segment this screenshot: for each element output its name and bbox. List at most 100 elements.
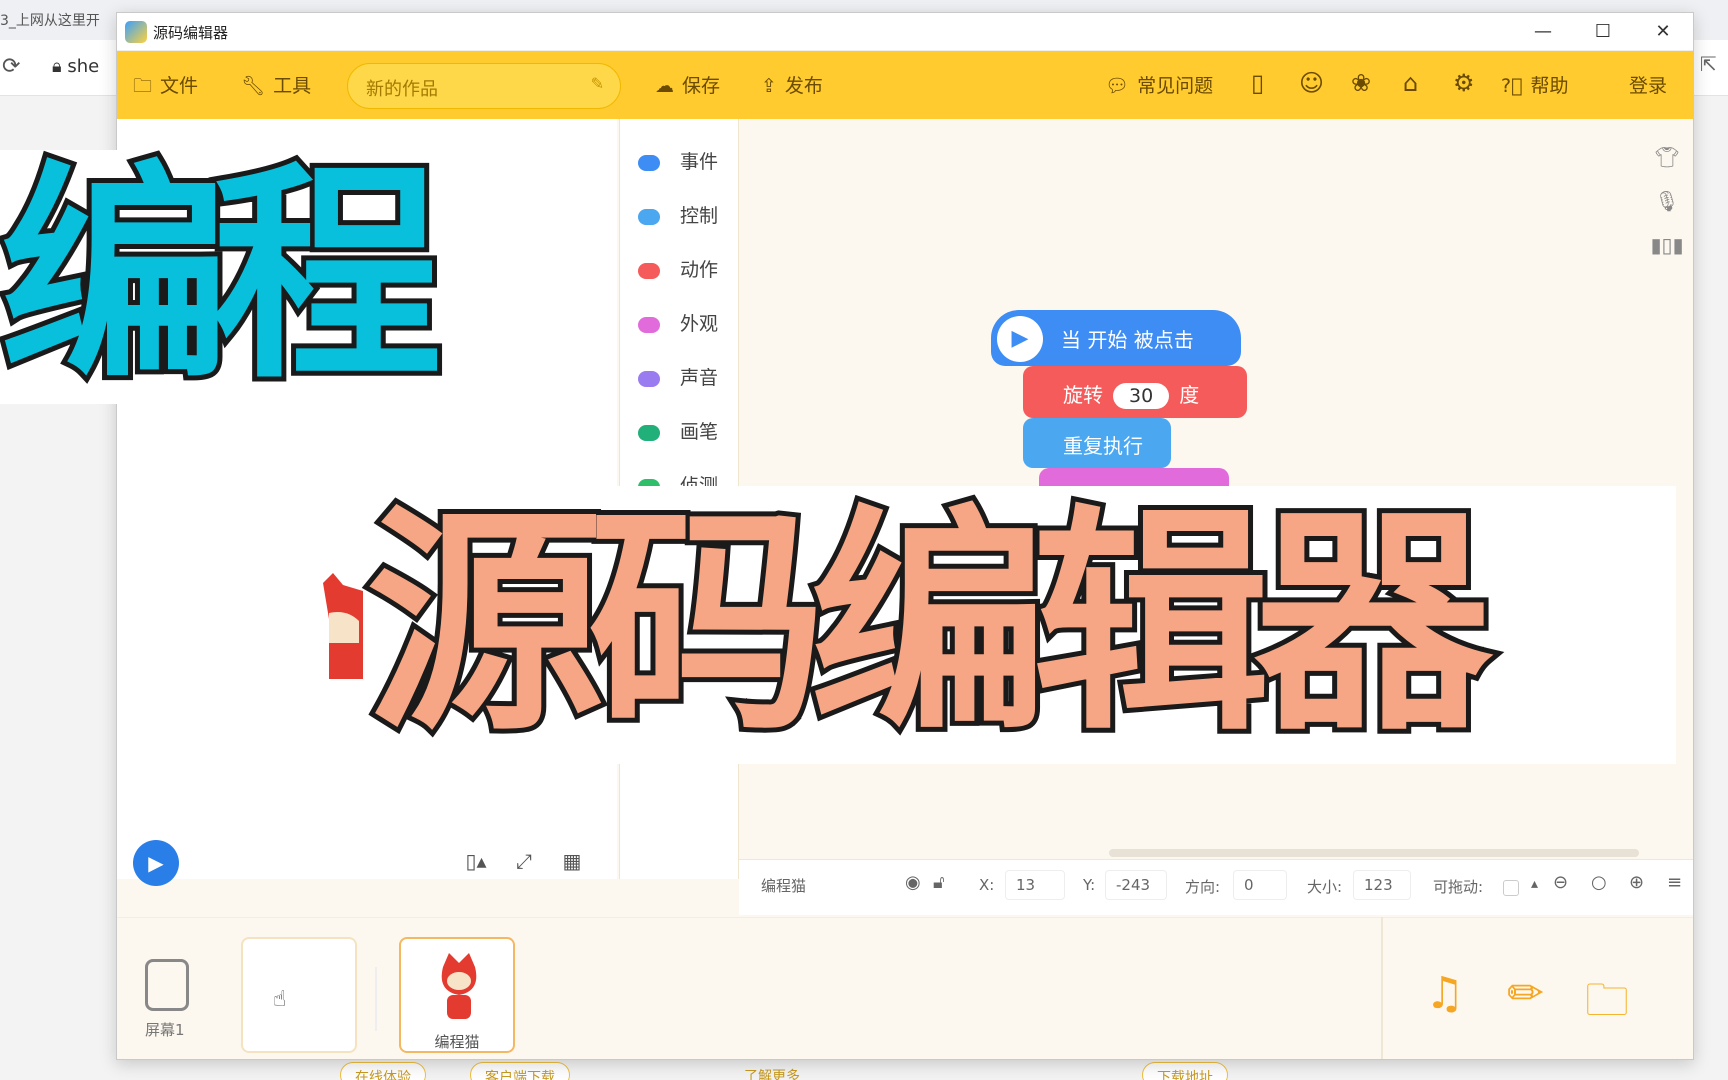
lock-icon[interactable]: 🔓︎: [933, 872, 945, 893]
repeat-forever-block[interactable]: 重复执行: [1023, 418, 1171, 468]
size-label: 大小:: [1307, 878, 1343, 896]
overlay-title-bottom: 源码编辑器: [361, 481, 1497, 768]
save-button[interactable]: ☁ 保存: [655, 71, 720, 98]
category-pen[interactable]: 画笔: [638, 417, 718, 444]
x-input[interactable]: 13: [1005, 870, 1065, 900]
draggable-checkbox[interactable]: [1503, 880, 1519, 896]
window-title: 源码编辑器: [153, 24, 229, 42]
close-button[interactable]: ✕: [1635, 17, 1691, 47]
footer-link-try[interactable]: 在线体验: [340, 1062, 426, 1080]
microphone-icon[interactable]: 🎙︎: [1647, 189, 1687, 213]
hand-cursor-icon: ☝: [273, 987, 287, 1012]
chart-icon[interactable]: ▮▯▮: [1647, 233, 1687, 257]
sprite-card-label: 编程猫: [434, 1033, 480, 1051]
microphone-icon: [638, 370, 660, 387]
title-bar: 源码编辑器 — ☐ ✕: [117, 13, 1693, 51]
direction-input[interactable]: 0: [1233, 870, 1287, 900]
gamepad-icon: [638, 208, 660, 225]
cat-thumbnail-icon: [441, 953, 477, 1019]
grid-icon[interactable]: ▦: [549, 841, 595, 881]
publish-icon: ⇪: [761, 75, 777, 97]
reload-icon[interactable]: ⟳: [2, 54, 20, 79]
zoom-reset-icon[interactable]: ○: [1591, 872, 1607, 893]
pencil-icon: ✎: [590, 74, 604, 93]
category-motion[interactable]: 动作: [638, 255, 718, 282]
category-label: 控制: [680, 205, 719, 227]
pencil-icon[interactable]: ✏: [1507, 968, 1544, 1019]
y-input[interactable]: -243: [1105, 870, 1167, 900]
browser-tab-title[interactable]: 3_上网从这里开: [0, 10, 100, 30]
fullscreen-icon[interactable]: ⤢: [501, 841, 547, 881]
chevron-up-icon[interactable]: ▴: [1531, 876, 1538, 892]
horizontal-scrollbar[interactable]: [1109, 849, 1639, 857]
sprite-properties-bar: 编程猫 ◉ 🔓︎ X: 13 Y: -243 方向: 0 大小: 123 可拖动…: [739, 859, 1693, 915]
eye-icon[interactable]: ◉: [905, 872, 921, 893]
screen-icon[interactable]: [145, 959, 189, 1011]
zoom-in-icon[interactable]: ⊕: [1629, 872, 1644, 893]
block-label: 重复执行: [1063, 434, 1143, 458]
community-icon[interactable]: ❀: [1351, 69, 1371, 97]
app-logo-icon: [125, 21, 147, 43]
category-events[interactable]: 事件: [638, 147, 718, 174]
publish-button[interactable]: ⇪ 发布: [761, 71, 823, 98]
help-button[interactable]: ?⃝ 帮助: [1501, 71, 1569, 98]
tools-menu[interactable]: 🔧︎ 工具: [241, 71, 311, 98]
category-looks[interactable]: 外观: [638, 309, 718, 336]
workspace-side-tools: 👕︎ 🎙︎ ▮▯▮: [1647, 133, 1687, 263]
footer-link-download[interactable]: 客户端下载: [470, 1062, 570, 1080]
extension-icon[interactable]: ☺: [1299, 69, 1324, 97]
size-input[interactable]: 123: [1353, 870, 1411, 900]
block-label: 旋转: [1063, 383, 1103, 407]
rotate-block[interactable]: 旋转 30 度: [1023, 366, 1247, 418]
faq-label: 常见问题: [1137, 75, 1214, 97]
background-card[interactable]: ☝: [241, 937, 357, 1053]
play-button[interactable]: ▶: [133, 840, 179, 886]
minimize-button[interactable]: —: [1515, 17, 1571, 47]
gear-icon[interactable]: ⚙: [1453, 69, 1475, 97]
chat-icon: 💬︎: [1105, 75, 1130, 97]
when-start-clicked-block[interactable]: ▶ 当 开始 被点击: [991, 310, 1241, 366]
rotate-degrees-input[interactable]: 30: [1113, 383, 1170, 409]
project-name-field[interactable]: 新的作品 ✎: [347, 63, 621, 109]
category-sound[interactable]: 声音: [638, 363, 718, 390]
direction-label: 方向:: [1185, 878, 1221, 896]
block-unit: 度: [1179, 383, 1200, 407]
x-label: X:: [979, 876, 995, 894]
block-label: 当 开始 被点击: [1061, 328, 1194, 352]
url-text: she: [67, 56, 100, 77]
costume-icon[interactable]: 👕︎: [1647, 145, 1687, 169]
music-icon[interactable]: ♫: [1425, 968, 1464, 1019]
sprite-name-field[interactable]: 编程猫: [751, 870, 901, 900]
faq-button[interactable]: 💬︎ 常见问题: [1105, 71, 1213, 98]
cat-sprite-partial[interactable]: [303, 573, 363, 683]
browser-url[interactable]: 🔒︎ she: [52, 56, 99, 77]
save-label: 保存: [682, 75, 721, 97]
category-label: 声音: [680, 367, 719, 389]
overlay-title-top: 编程: [0, 143, 447, 410]
zoom-out-icon[interactable]: ⊖: [1553, 872, 1568, 893]
category-label: 外观: [680, 313, 719, 335]
panel-divider: [1381, 917, 1383, 1059]
footer-link-more[interactable]: 了解更多: [730, 1062, 814, 1080]
folder-add-icon[interactable]: 🗀: [1585, 968, 1629, 1043]
y-label: Y:: [1083, 876, 1096, 894]
file-menu[interactable]: 🗀 文件: [133, 71, 198, 104]
lock-icon: 🔒︎: [52, 56, 68, 77]
share-icon[interactable]: ⇱: [1700, 52, 1717, 76]
play-icon: ▶: [997, 316, 1043, 362]
device-icon[interactable]: ▯: [1251, 69, 1264, 97]
login-button[interactable]: 登录: [1629, 71, 1667, 98]
device-toggle-icon[interactable]: ▯▴: [453, 841, 499, 881]
folder-icon: 🗀: [133, 75, 153, 97]
events-icon: [638, 154, 660, 171]
maximize-button[interactable]: ☐: [1575, 17, 1631, 47]
menu-icon[interactable]: ≡: [1667, 872, 1682, 893]
robot-icon[interactable]: ⌂: [1403, 69, 1418, 97]
footer-link-address[interactable]: 下载地址: [1142, 1062, 1228, 1080]
category-label: 动作: [680, 259, 719, 281]
shirt-icon: [638, 316, 660, 333]
question-icon: ?⃝: [1501, 75, 1523, 97]
project-name-text: 新的作品: [366, 79, 438, 100]
category-label: 事件: [680, 151, 719, 173]
category-control[interactable]: 控制: [638, 201, 718, 228]
